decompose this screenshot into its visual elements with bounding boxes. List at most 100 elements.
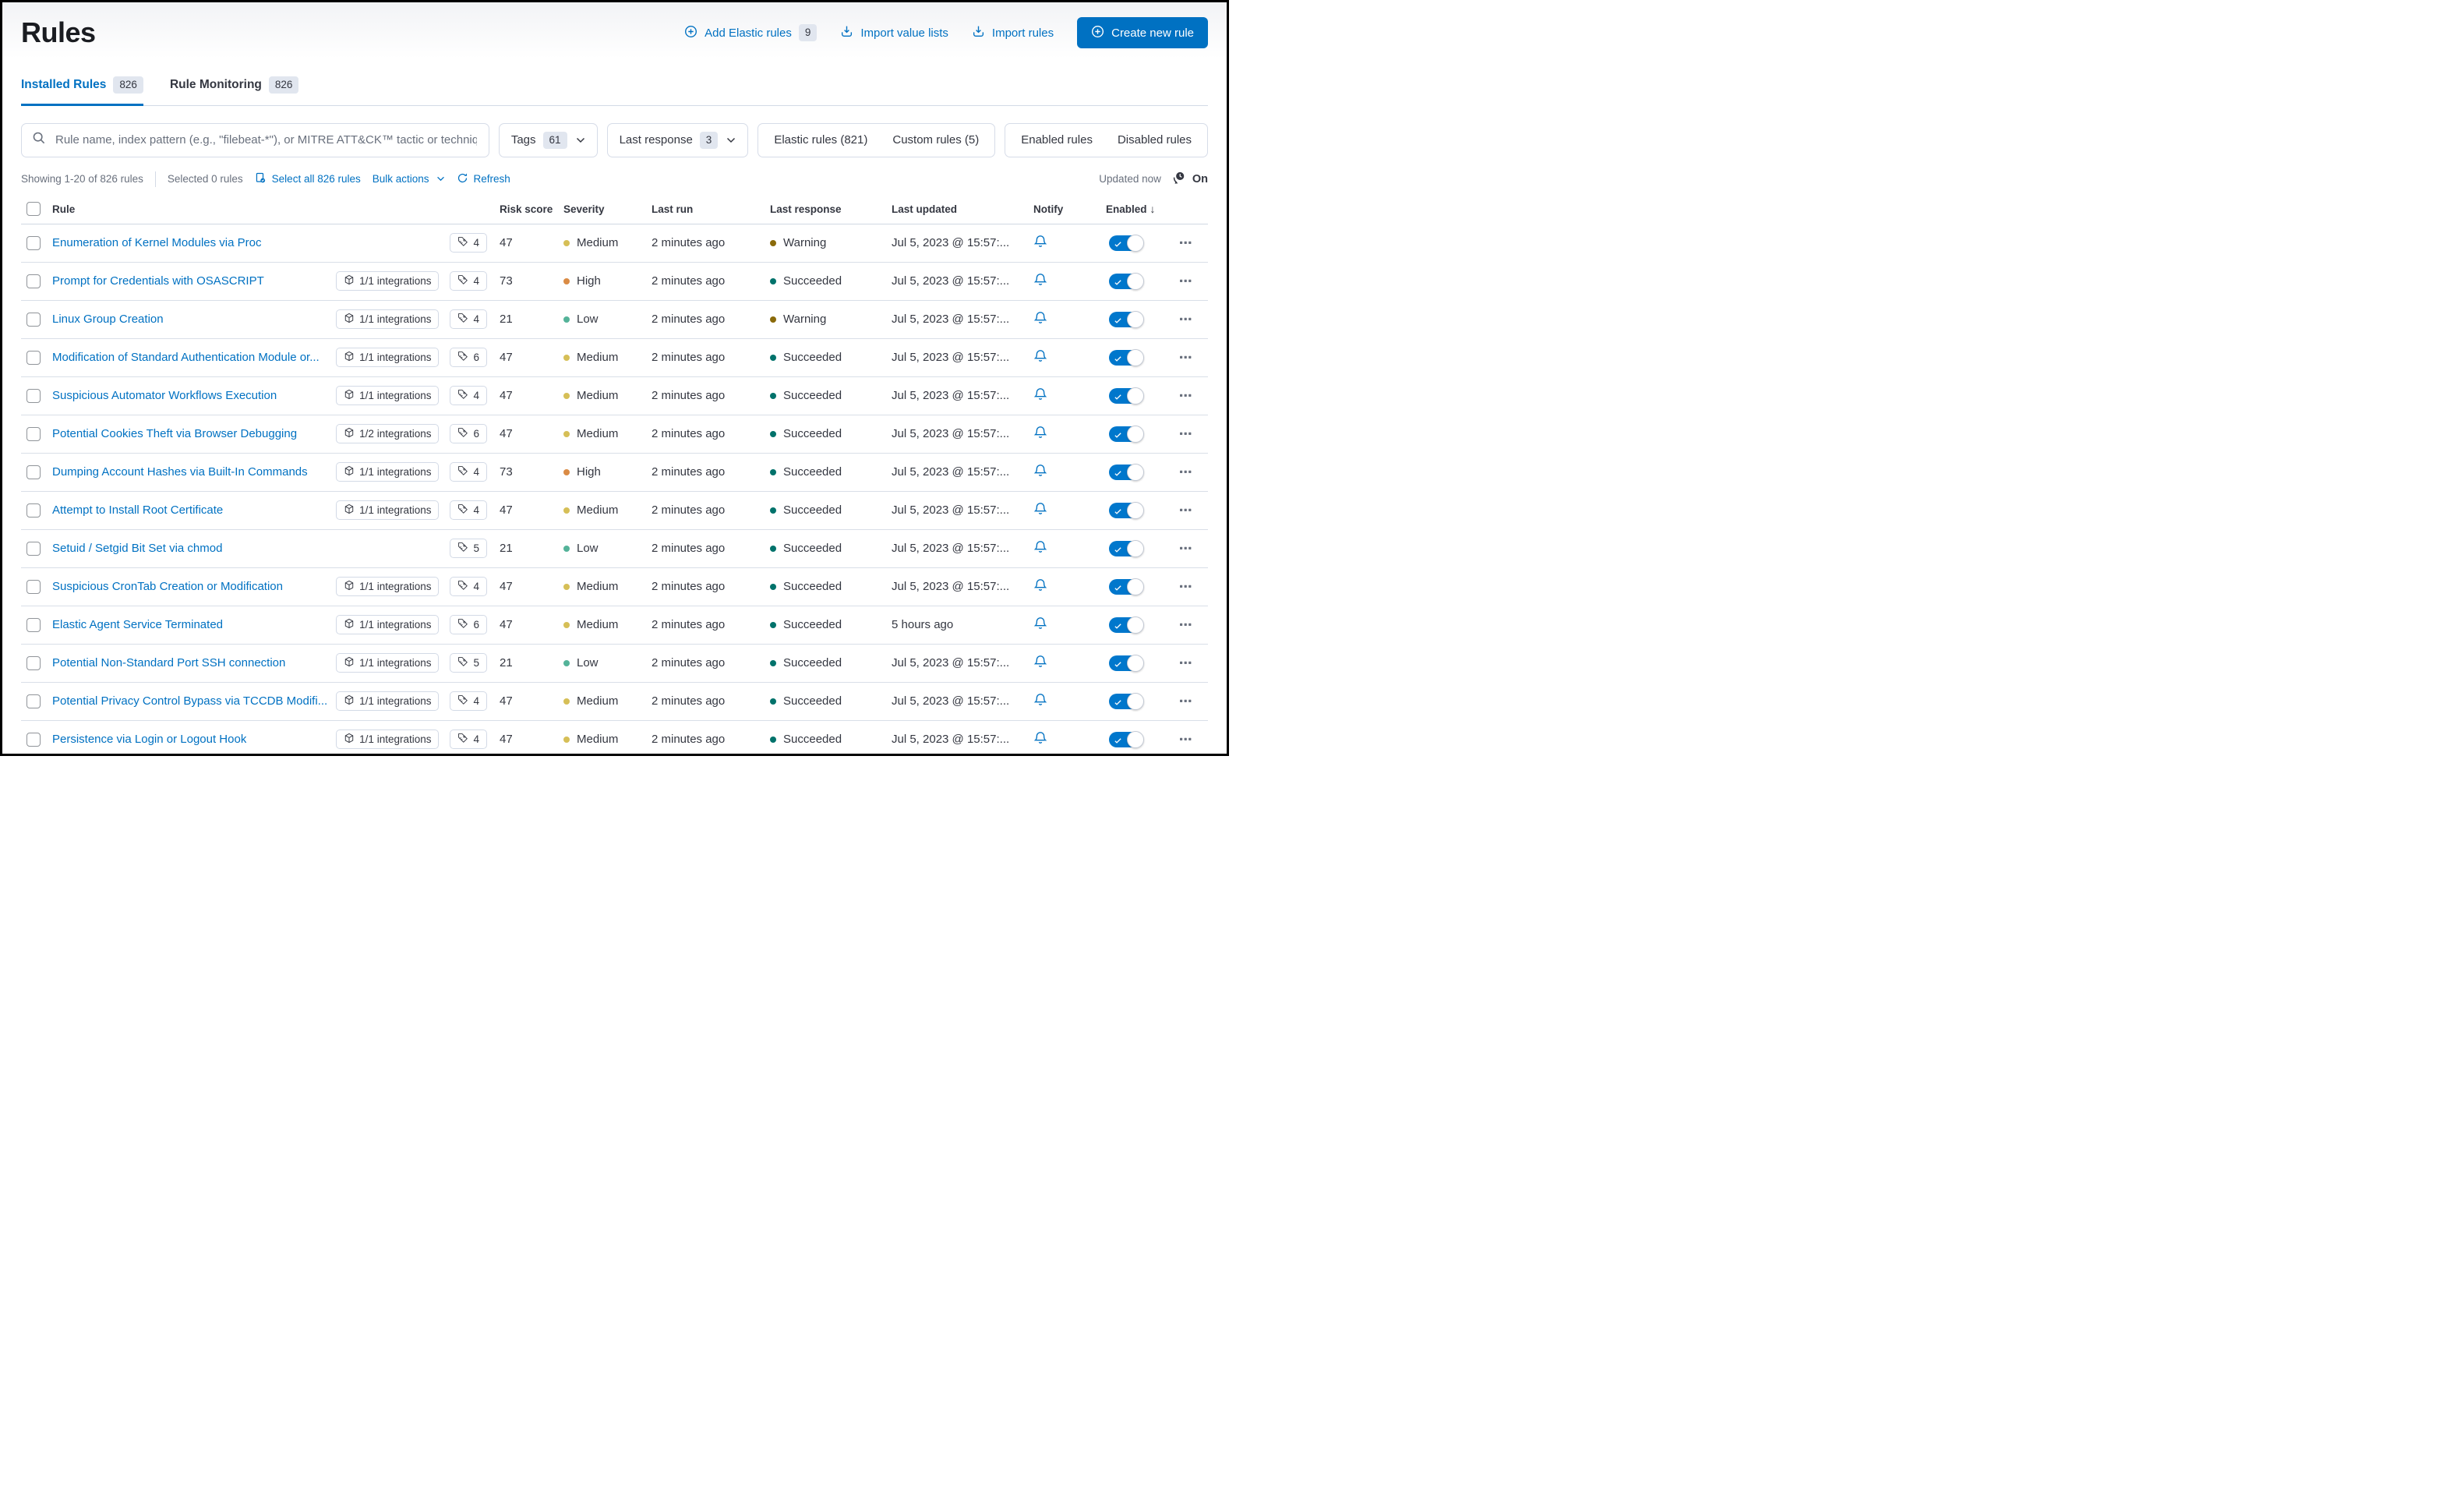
bell-icon[interactable] xyxy=(1033,693,1047,710)
enabled-toggle[interactable] xyxy=(1109,425,1144,443)
row-actions-menu-button[interactable] xyxy=(1180,661,1192,665)
row-actions-menu-button[interactable] xyxy=(1180,317,1192,321)
row-checkbox[interactable] xyxy=(26,350,41,365)
rule-name-link[interactable]: Potential Privacy Control Bypass via TCC… xyxy=(52,694,327,708)
enabled-toggle[interactable] xyxy=(1109,501,1144,519)
bell-icon[interactable] xyxy=(1033,464,1047,481)
bell-icon[interactable] xyxy=(1033,311,1047,328)
tab-rule-monitoring[interactable]: Rule Monitoring 826 xyxy=(170,76,299,105)
row-checkbox[interactable] xyxy=(26,732,41,747)
tags-badge[interactable]: 4 xyxy=(450,233,487,253)
bell-icon[interactable] xyxy=(1033,426,1047,443)
row-checkbox[interactable] xyxy=(26,655,41,670)
row-actions-menu-button[interactable] xyxy=(1180,432,1192,436)
tags-badge[interactable]: 6 xyxy=(450,348,487,368)
rule-name-link[interactable]: Prompt for Credentials with OSASCRIPT xyxy=(52,274,264,288)
rule-name-link[interactable]: Dumping Account Hashes via Built-In Comm… xyxy=(52,465,308,479)
rule-name-link[interactable]: Setuid / Setgid Bit Set via chmod xyxy=(52,542,222,555)
enabled-toggle[interactable] xyxy=(1109,463,1144,481)
disabled-rules-filter[interactable]: Disabled rules xyxy=(1105,133,1204,147)
row-actions-menu-button[interactable] xyxy=(1180,355,1192,359)
tags-badge[interactable]: 6 xyxy=(450,424,487,444)
create-new-rule-button[interactable]: Create new rule xyxy=(1077,17,1208,49)
row-actions-menu-button[interactable] xyxy=(1180,546,1192,550)
enabled-toggle[interactable] xyxy=(1109,692,1144,710)
last-response-filter-button[interactable]: Last response 3 xyxy=(606,122,749,157)
bell-icon[interactable] xyxy=(1033,655,1047,672)
row-actions-menu-button[interactable] xyxy=(1180,585,1192,588)
tags-badge[interactable]: 6 xyxy=(450,615,487,635)
enabled-toggle[interactable] xyxy=(1109,616,1144,634)
add-elastic-rules-button[interactable]: Add Elastic rules 9 xyxy=(684,24,818,42)
rule-name-link[interactable]: Attempt to Install Root Certificate xyxy=(52,503,223,517)
rule-search-box[interactable] xyxy=(21,122,489,157)
enabled-toggle[interactable] xyxy=(1109,234,1144,252)
integrations-badge[interactable]: 1/1 integrations xyxy=(336,271,440,291)
row-checkbox[interactable] xyxy=(26,426,41,441)
import-rules-button[interactable]: Import rules xyxy=(972,25,1054,41)
bell-icon[interactable] xyxy=(1033,731,1047,748)
rule-name-link[interactable]: Potential Non-Standard Port SSH connecti… xyxy=(52,656,285,669)
column-header-enabled[interactable]: Enabled ↓ xyxy=(1100,203,1174,215)
row-actions-menu-button[interactable] xyxy=(1180,699,1192,703)
bell-icon[interactable] xyxy=(1033,349,1047,366)
bulk-actions-button[interactable]: Bulk actions xyxy=(373,173,445,185)
tags-badge[interactable]: 4 xyxy=(450,386,487,406)
enabled-toggle[interactable] xyxy=(1109,578,1144,595)
bell-icon[interactable] xyxy=(1033,273,1047,290)
row-actions-menu-button[interactable] xyxy=(1180,737,1192,741)
integrations-badge[interactable]: 1/1 integrations xyxy=(336,691,440,712)
bell-icon[interactable] xyxy=(1033,235,1047,252)
bell-icon[interactable] xyxy=(1033,540,1047,557)
enabled-toggle[interactable] xyxy=(1109,730,1144,748)
row-checkbox[interactable] xyxy=(26,274,41,288)
tags-badge[interactable]: 4 xyxy=(450,309,487,330)
bell-icon[interactable] xyxy=(1033,387,1047,404)
select-all-rules-button[interactable]: Select all 826 rules xyxy=(255,172,361,186)
integrations-badge[interactable]: 1/1 integrations xyxy=(336,386,440,406)
tags-badge[interactable]: 5 xyxy=(450,539,487,559)
tags-badge[interactable]: 4 xyxy=(450,500,487,521)
bell-icon[interactable] xyxy=(1033,616,1047,634)
integrations-badge[interactable]: 1/1 integrations xyxy=(336,500,440,521)
tags-filter-button[interactable]: Tags 61 xyxy=(498,122,598,157)
integrations-badge[interactable]: 1/1 integrations xyxy=(336,309,440,330)
enabled-toggle[interactable] xyxy=(1109,539,1144,557)
auto-refresh-toggle[interactable]: On xyxy=(1171,171,1208,188)
rule-name-link[interactable]: Enumeration of Kernel Modules via Proc xyxy=(52,236,261,249)
row-checkbox[interactable] xyxy=(26,235,41,250)
column-header-last-response[interactable]: Last response xyxy=(770,203,892,215)
row-checkbox[interactable] xyxy=(26,579,41,594)
refresh-button[interactable]: Refresh xyxy=(457,172,510,186)
column-header-notify[interactable]: Notify xyxy=(1033,203,1100,215)
row-checkbox[interactable] xyxy=(26,617,41,632)
rule-name-link[interactable]: Suspicious Automator Workflows Execution xyxy=(52,389,277,402)
integrations-badge[interactable]: 1/1 integrations xyxy=(336,653,440,673)
integrations-badge[interactable]: 1/2 integrations xyxy=(336,424,440,444)
enabled-toggle[interactable] xyxy=(1109,654,1144,672)
select-all-checkbox[interactable] xyxy=(26,202,41,217)
row-checkbox[interactable] xyxy=(26,465,41,479)
row-checkbox[interactable] xyxy=(26,694,41,708)
integrations-badge[interactable]: 1/1 integrations xyxy=(336,615,440,635)
column-header-last-updated[interactable]: Last updated xyxy=(892,203,1033,215)
row-actions-menu-button[interactable] xyxy=(1180,623,1192,627)
integrations-badge[interactable]: 1/1 integrations xyxy=(336,577,440,597)
tags-badge[interactable]: 4 xyxy=(450,691,487,712)
bell-icon[interactable] xyxy=(1033,502,1047,519)
integrations-badge[interactable]: 1/1 integrations xyxy=(336,462,440,482)
rule-name-link[interactable]: Persistence via Login or Logout Hook xyxy=(52,733,246,746)
integrations-badge[interactable]: 1/1 integrations xyxy=(336,348,440,368)
row-actions-menu-button[interactable] xyxy=(1180,394,1192,397)
column-header-risk-score[interactable]: Risk score xyxy=(500,203,563,215)
row-checkbox[interactable] xyxy=(26,503,41,518)
row-actions-menu-button[interactable] xyxy=(1180,279,1192,283)
row-actions-menu-button[interactable] xyxy=(1180,241,1192,245)
custom-rules-filter[interactable]: Custom rules (5) xyxy=(880,133,991,147)
tags-badge[interactable]: 5 xyxy=(450,653,487,673)
column-header-last-run[interactable]: Last run xyxy=(652,203,770,215)
bell-icon[interactable] xyxy=(1033,578,1047,595)
tags-badge[interactable]: 4 xyxy=(450,462,487,482)
rule-name-link[interactable]: Linux Group Creation xyxy=(52,313,164,326)
enabled-toggle[interactable] xyxy=(1109,310,1144,328)
